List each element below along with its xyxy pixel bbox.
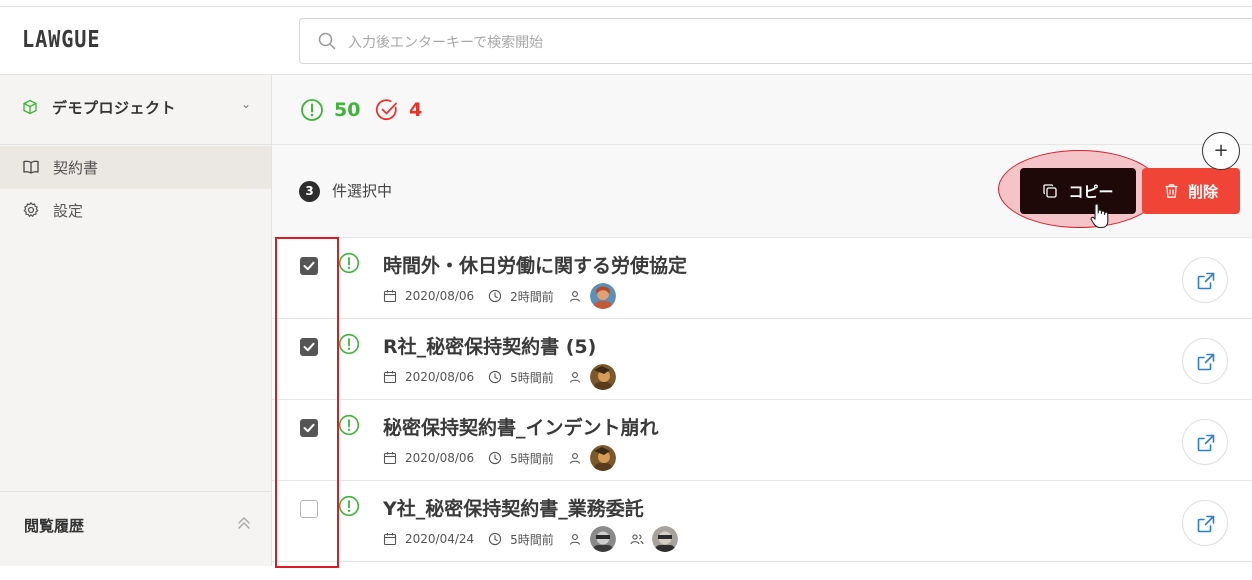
document-meta: 2020/04/24 5時間前 [383, 526, 678, 552]
user-icon [569, 534, 580, 545]
app-logo[interactable]: LAWGUE [22, 27, 100, 53]
cube-icon [23, 99, 37, 115]
selected-count-label: 件選択中 [332, 182, 393, 200]
document-row[interactable]: Y社_秘密保持契約書_業務委託 2020/04/24 5時間前 [272, 481, 1252, 562]
add-button[interactable]: + [1202, 132, 1240, 170]
avatar[interactable] [589, 283, 616, 309]
search-input[interactable]: 入力後エンターキーで検索開始 [299, 18, 1252, 64]
external-link-icon [1197, 434, 1215, 452]
calendar-icon [383, 452, 397, 465]
status-done-count[interactable]: 4 [375, 97, 422, 123]
document-updated: 5時間前 [510, 370, 554, 385]
document-updated: 5時間前 [510, 451, 554, 466]
trash-icon [1165, 184, 1178, 198]
document-row[interactable]: 時間外・休日労働に関する労使協定 2020/08/06 2時間前 [272, 238, 1252, 319]
delete-button-label: 削除 [1187, 182, 1218, 201]
chevron-double-up-icon[interactable] [236, 514, 252, 532]
document-meta: 2020/08/06 5時間前 [383, 364, 616, 390]
sidebar-item-contracts[interactable]: 契約書 [0, 146, 271, 189]
clock-icon [489, 370, 502, 384]
status-ok-value: 50 [334, 99, 361, 121]
status-summary: 50 4 [272, 75, 1252, 145]
calendar-icon [383, 290, 397, 303]
document-date: 2020/08/06 [405, 370, 475, 384]
document-updated: 2時間前 [510, 289, 554, 304]
exclamation-circle-icon [338, 252, 360, 274]
book-icon [23, 160, 39, 174]
check-circle-icon [375, 99, 397, 121]
document-title[interactable]: Y社_秘密保持契約書_業務委託 [383, 494, 644, 521]
avatar[interactable] [589, 364, 616, 390]
checkbox-column-highlight [275, 237, 339, 568]
document-updated: 5時間前 [510, 532, 554, 547]
copy-button-label: コピー [1068, 182, 1114, 201]
avatar[interactable] [589, 526, 616, 552]
user-icon [569, 453, 580, 464]
exclamation-circle-icon [301, 99, 323, 121]
open-external-button[interactable] [1182, 500, 1228, 546]
users-icon [630, 534, 644, 545]
exclamation-circle-icon [338, 414, 360, 436]
calendar-icon [383, 533, 397, 546]
clock-icon [489, 451, 502, 465]
clock-icon [489, 289, 502, 303]
document-date: 2020/04/24 [405, 532, 475, 546]
copy-button[interactable]: コピー [1020, 168, 1136, 214]
sidebar-item-settings[interactable]: 設定 [0, 189, 271, 232]
document-title[interactable]: R社_秘密保持契約書 (5) [383, 332, 596, 359]
exclamation-circle-icon [338, 495, 360, 517]
history-panel[interactable]: 閲覧履歴 [0, 491, 271, 566]
document-meta: 2020/08/06 5時間前 [383, 445, 616, 471]
sidebar-item-label: 設定 [53, 202, 84, 220]
open-external-button[interactable] [1182, 338, 1228, 384]
sidebar-item-label: 契約書 [53, 159, 99, 177]
document-title[interactable]: 秘密保持契約書_インデント崩れ [383, 413, 659, 440]
user-icon [569, 291, 580, 302]
chevron-down-icon[interactable]: ⌄ [241, 97, 251, 111]
status-ok-count[interactable]: 50 [300, 97, 360, 123]
project-selector[interactable]: デモプロジェクト ⌄ [0, 75, 271, 145]
external-link-icon [1197, 515, 1215, 533]
project-name: デモプロジェクト [52, 99, 177, 117]
gear-icon [23, 202, 39, 217]
calendar-icon [383, 371, 397, 384]
main-content: 50 4 3 件選択中 コピー 削除 + 時間外・休日労働に関する労使協定 20… [272, 75, 1252, 566]
selected-count-badge: 3 [299, 181, 320, 202]
document-row[interactable]: R社_秘密保持契約書 (5) 2020/08/06 5時間前 [272, 319, 1252, 400]
external-link-icon [1197, 353, 1215, 371]
avatar[interactable] [589, 445, 616, 471]
open-external-button[interactable] [1182, 257, 1228, 303]
document-date: 2020/08/06 [405, 289, 475, 303]
document-meta: 2020/08/06 2時間前 [383, 283, 616, 309]
document-row[interactable]: 秘密保持契約書_インデント崩れ 2020/08/06 5時間前 [272, 400, 1252, 481]
status-done-value: 4 [409, 99, 423, 121]
open-external-button[interactable] [1182, 419, 1228, 465]
app-header: LAWGUE 入力後エンターキーで検索開始 [0, 7, 1252, 75]
search-icon [318, 32, 336, 50]
search-placeholder: 入力後エンターキーで検索開始 [348, 35, 544, 51]
exclamation-circle-icon [338, 333, 360, 355]
copy-icon [1043, 184, 1058, 198]
document-title[interactable]: 時間外・休日労働に関する労使協定 [383, 251, 687, 278]
hand-cursor-icon [1090, 203, 1109, 229]
user-icon [569, 372, 580, 383]
clock-icon [489, 532, 502, 546]
sidebar: デモプロジェクト ⌄ 契約書 設定 閲覧履歴 [0, 75, 272, 566]
avatar[interactable] [651, 526, 678, 552]
external-link-icon [1197, 272, 1215, 290]
delete-button[interactable]: 削除 [1142, 168, 1240, 214]
document-date: 2020/08/06 [405, 451, 475, 465]
history-label: 閲覧履歴 [24, 517, 85, 535]
